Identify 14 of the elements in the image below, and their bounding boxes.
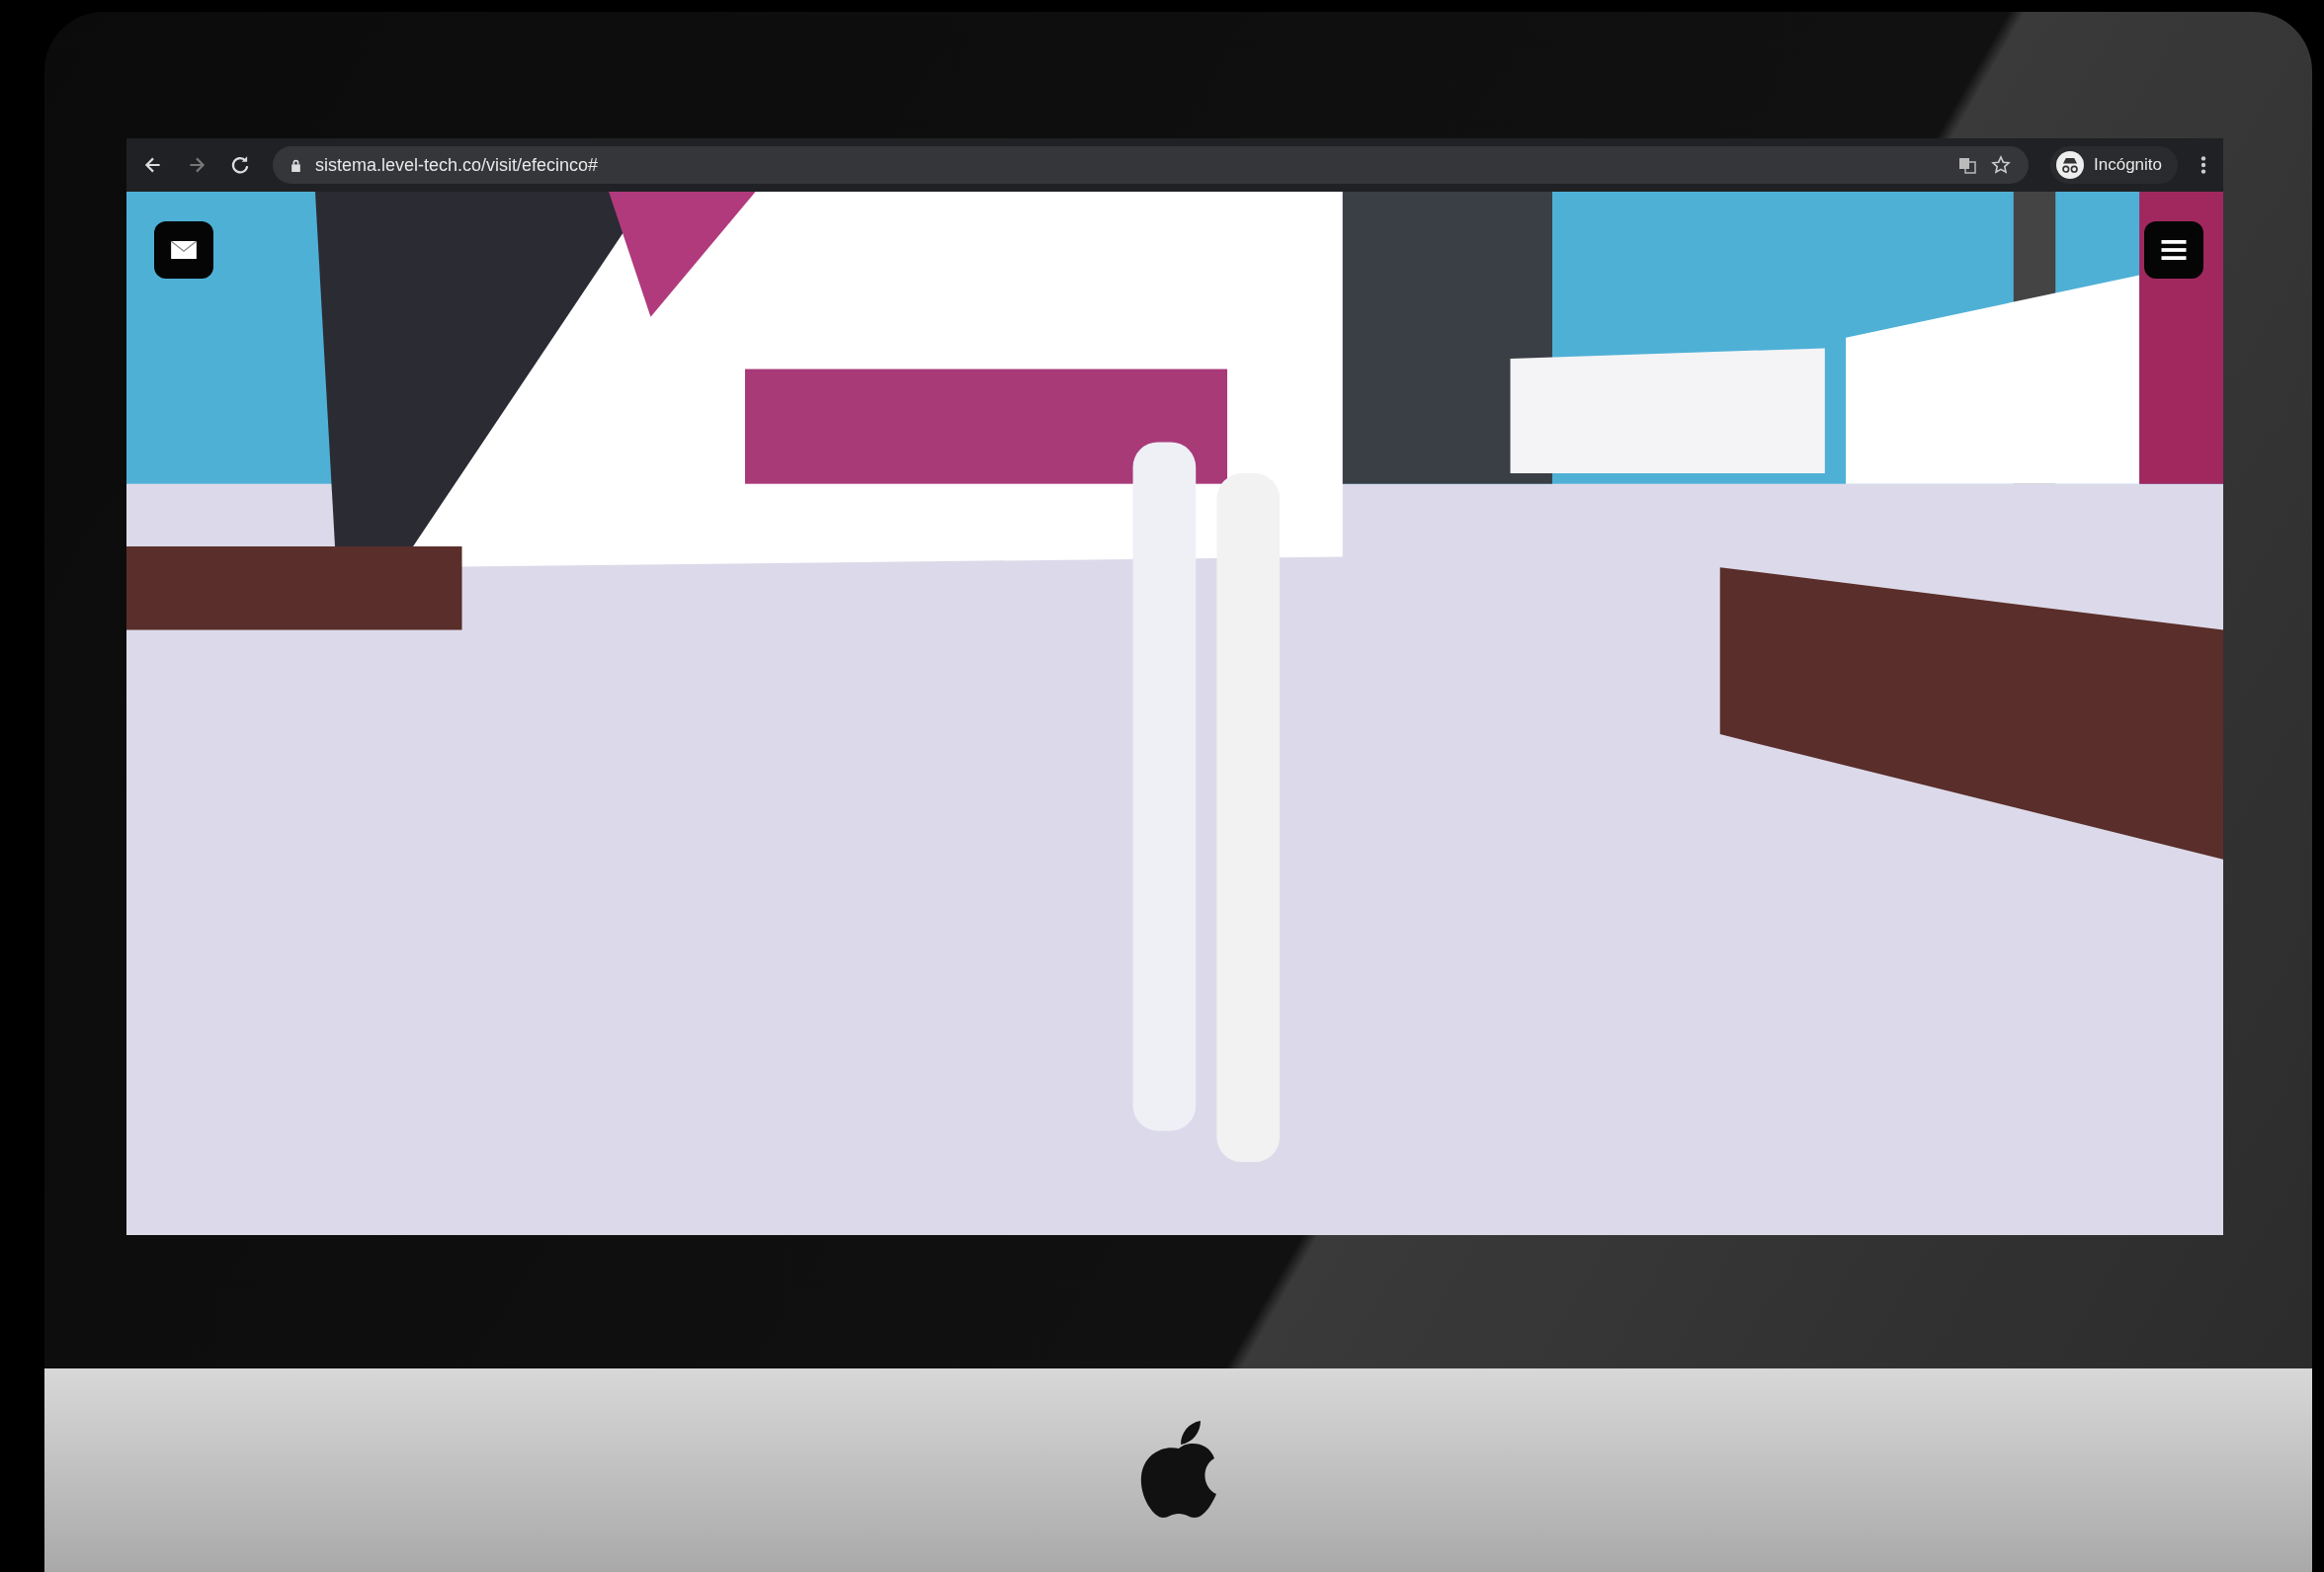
mail-button[interactable] [154,221,213,279]
mail-icon [171,241,197,259]
menu-button[interactable] [2144,221,2203,279]
star-icon[interactable] [1991,155,2011,175]
incognito-icon [2056,151,2084,179]
menu-icon [2161,240,2187,260]
lock-icon [290,158,301,172]
translate-icon[interactable] [1957,155,1977,175]
apple-icon [1138,1421,1218,1520]
address-field[interactable]: sistema.level-tech.co/visit/efecinco# [273,146,2029,184]
more-icon[interactable] [2200,154,2207,176]
url-text: sistema.level-tech.co/visit/efecinco# [315,154,599,176]
profile-chip[interactable]: Incógnito [2050,146,2178,184]
reload-icon[interactable] [229,154,251,176]
